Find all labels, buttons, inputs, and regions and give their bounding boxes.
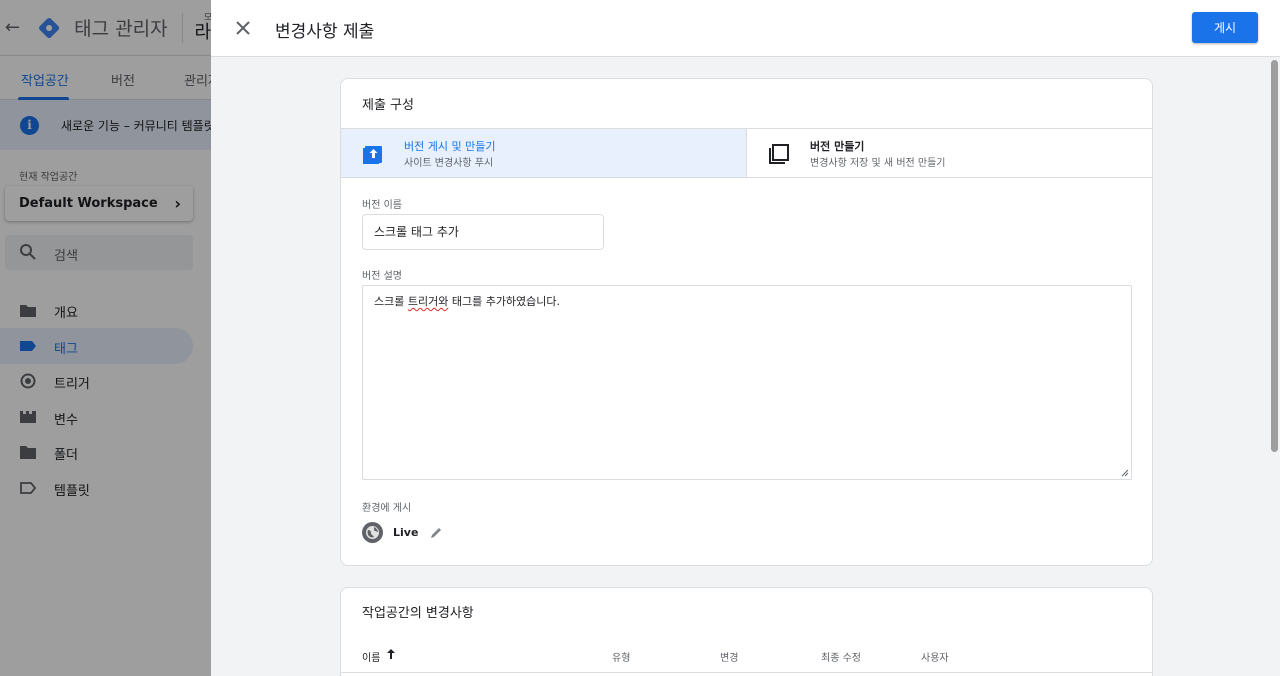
misspelled-word: 트리거와 <box>407 295 449 308</box>
resize-handle-icon[interactable] <box>1121 469 1129 477</box>
sheet-header: 변경사항 제출 게시 <box>211 0 1280 57</box>
column-header-name[interactable]: 이름 <box>362 649 380 664</box>
option-subtitle: 사이트 변경사항 푸시 <box>404 158 494 169</box>
submission-options: 버전 게시 및 만들기 사이트 변경사항 푸시 버전 만들기 변경사항 저장 및… <box>341 128 1152 178</box>
column-header-change[interactable]: 변경 <box>720 649 738 664</box>
option-publish-and-create[interactable]: 버전 게시 및 만들기 사이트 변경사항 푸시 <box>341 129 746 177</box>
sheet-title: 변경사항 제출 <box>275 22 375 42</box>
version-name-input[interactable]: 스크롤 태그 추가 <box>362 214 604 250</box>
workspace-changes-card: 작업공간의 변경사항 이름 유형 변경 최종 수정 사용자 <box>340 587 1153 676</box>
version-description-textarea[interactable]: 스크롤 트리거와 태그를 추가하였습니다. <box>362 285 1132 480</box>
column-header-type[interactable]: 유형 <box>612 649 630 664</box>
option-create-version[interactable]: 버전 만들기 변경사항 저장 및 새 버전 만들기 <box>746 129 1152 177</box>
scrollbar-thumb[interactable] <box>1271 60 1278 452</box>
version-name-label: 버전 이름 <box>362 200 402 211</box>
environment-row: Live <box>362 522 562 544</box>
config-title: 제출 구성 <box>362 98 414 113</box>
environment-name: Live <box>393 526 419 539</box>
modal-scrim[interactable] <box>0 0 211 676</box>
changes-title: 작업공간의 변경사항 <box>362 606 474 621</box>
copy-version-icon <box>769 144 789 164</box>
publish-button[interactable]: 게시 <box>1192 12 1258 43</box>
description-text: 스크롤 <box>374 295 408 308</box>
close-icon[interactable] <box>231 16 255 40</box>
table-divider <box>341 672 1152 673</box>
submission-config-card: 제출 구성 버전 게시 및 만들기 사이트 변경사항 푸시 버전 만들기 변경사… <box>340 78 1153 566</box>
sort-ascending-icon[interactable] <box>385 648 397 660</box>
environment-label: 환경에 게시 <box>362 503 412 514</box>
globe-icon <box>362 522 383 543</box>
option-subtitle: 변경사항 저장 및 새 버전 만들기 <box>810 158 946 169</box>
option-title: 버전 만들기 <box>810 140 865 153</box>
column-header-last-modified[interactable]: 최종 수정 <box>821 649 861 664</box>
version-description-label: 버전 설명 <box>362 271 402 282</box>
submit-changes-sheet: 변경사항 제출 게시 제출 구성 버전 게시 및 만들기 사이트 변경사항 푸시 <box>211 0 1280 676</box>
publish-upload-icon <box>363 146 382 164</box>
column-header-user[interactable]: 사용자 <box>921 649 949 664</box>
edit-pencil-icon[interactable] <box>429 526 443 540</box>
option-title: 버전 게시 및 만들기 <box>404 140 496 153</box>
description-text-rest: 태그를 추가하였습니다. <box>448 295 561 308</box>
